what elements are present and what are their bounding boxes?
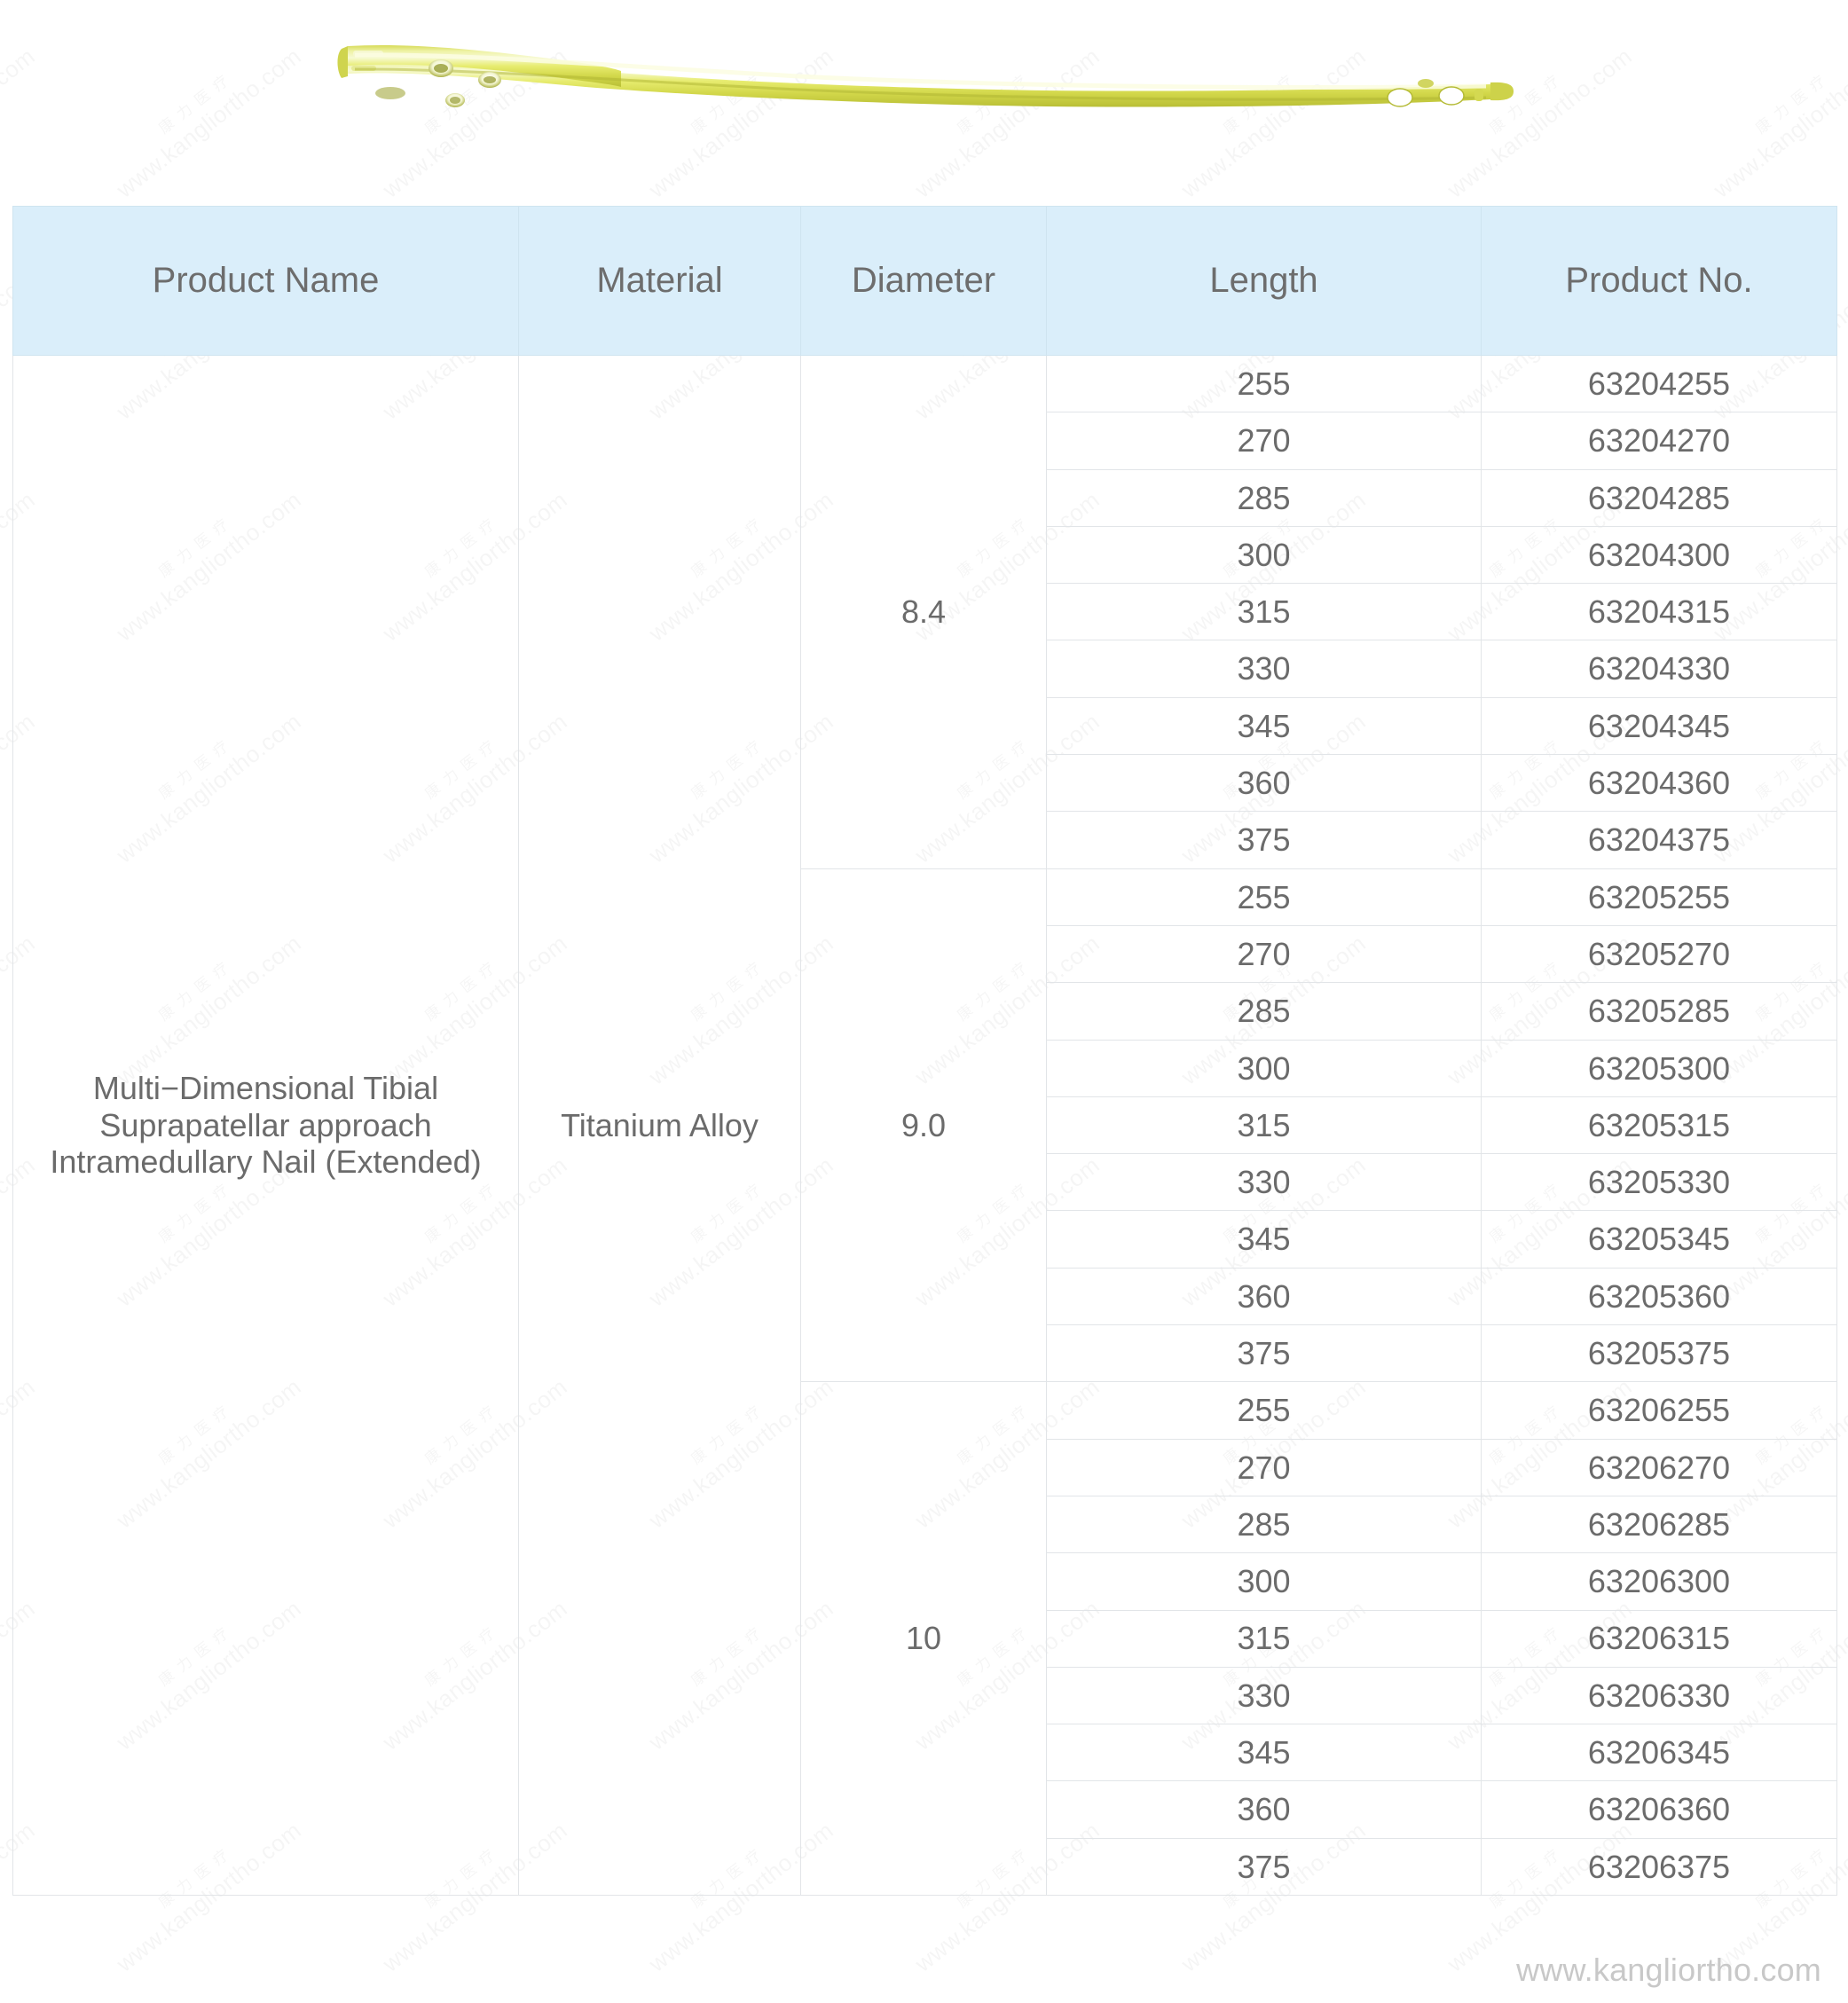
nail-hole-proximal-2-bore [484, 76, 496, 83]
cell-product-no: 63206375 [1481, 1837, 1837, 1897]
cell-length: 345 [1046, 696, 1482, 756]
nail-hole-distal-2 [1438, 86, 1465, 106]
cell-product-name: Multi−Dimensional Tibial Suprapatellar a… [12, 354, 519, 1897]
nail-hole-distal-1 [1387, 88, 1413, 107]
cell-length: 345 [1046, 1724, 1482, 1782]
cell-product-no: 63206315 [1481, 1609, 1837, 1668]
cell-length: 300 [1046, 1039, 1482, 1097]
nail-thread-proximal [375, 87, 405, 99]
column-header-product-no: Product No. [1481, 206, 1837, 356]
cell-product-no: 63204330 [1481, 640, 1837, 698]
nail-hole-proximal-1-bore [434, 64, 448, 73]
product-specification-table: Product Name Material Diameter Length Pr… [12, 206, 1837, 1897]
cell-product-no: 63206285 [1481, 1495, 1837, 1554]
cell-product-no: 63205300 [1481, 1039, 1837, 1097]
cell-length: 375 [1046, 1837, 1482, 1897]
table-row: Multi−Dimensional Tibial Suprapatellar a… [12, 354, 1837, 1897]
cell-product-no: 63204360 [1481, 754, 1837, 813]
cell-length: 285 [1046, 468, 1482, 527]
table-body: Multi−Dimensional Tibial Suprapatellar a… [12, 354, 1837, 1897]
column-header-diameter: Diameter [800, 206, 1047, 356]
cell-product-no: 63204300 [1481, 525, 1837, 585]
cell-length: 360 [1046, 1780, 1482, 1839]
cell-product-no: 63204345 [1481, 696, 1837, 756]
column-header-material: Material [518, 206, 801, 356]
cell-product-no: 63206255 [1481, 1381, 1837, 1440]
cell-length: 330 [1046, 1666, 1482, 1725]
nail-distal-notch [1474, 89, 1483, 101]
cell-product-no: 63204255 [1481, 354, 1837, 413]
cell-length: 375 [1046, 811, 1482, 869]
cell-diameter: 9.0 [800, 868, 1047, 1383]
cell-diameter: 8.4 [800, 355, 1047, 869]
cell-length: 300 [1046, 1552, 1482, 1611]
cell-product-no: 63204375 [1481, 811, 1837, 869]
cell-product-no: 63206345 [1481, 1724, 1837, 1782]
cell-product-no: 63204285 [1481, 468, 1837, 527]
cell-product-no: 63204315 [1481, 583, 1837, 641]
cell-length: 255 [1046, 868, 1482, 926]
cell-length: 360 [1046, 1267, 1482, 1326]
cell-length: 315 [1046, 583, 1482, 641]
cell-product-no: 63205375 [1481, 1324, 1837, 1383]
table-header-row: Product Name Material Diameter Length Pr… [12, 206, 1837, 356]
cell-product-no: 63206330 [1481, 1666, 1837, 1725]
cell-material: Titanium Alloy [518, 354, 801, 1897]
cell-product-no: 63205330 [1481, 1153, 1837, 1212]
footer-website-url: www.kangliortho.com [1516, 1952, 1821, 1988]
cell-length: 285 [1046, 1495, 1482, 1554]
cell-length: 345 [1046, 1210, 1482, 1269]
table-header: Product Name Material Diameter Length Pr… [12, 206, 1837, 356]
nail-hole-distal-3 [1418, 79, 1434, 88]
cell-product-no: 63205345 [1481, 1210, 1837, 1269]
cell-product-no: 63205315 [1481, 1096, 1837, 1155]
cell-length: 270 [1046, 1438, 1482, 1496]
nail-distal-tip [1490, 82, 1514, 101]
cell-product-no: 63206300 [1481, 1552, 1837, 1611]
cell-length: 330 [1046, 1153, 1482, 1212]
cell-product-no: 63205270 [1481, 924, 1837, 984]
cell-length: 255 [1046, 354, 1482, 413]
cell-product-no: 63205255 [1481, 868, 1837, 926]
column-header-length: Length [1046, 206, 1482, 356]
nail-hole-proximal-3-bore [450, 97, 460, 104]
cell-product-no: 63205285 [1481, 982, 1837, 1041]
cell-length: 270 [1046, 924, 1482, 984]
cell-length: 315 [1046, 1609, 1482, 1668]
column-header-product-name: Product Name [12, 206, 519, 356]
cell-product-no: 63205360 [1481, 1267, 1837, 1326]
cell-length: 300 [1046, 525, 1482, 585]
nail-proximal-tip [337, 46, 348, 78]
cell-product-no: 63206360 [1481, 1780, 1837, 1839]
cell-length: 315 [1046, 1096, 1482, 1155]
cell-diameter: 10 [800, 1381, 1047, 1897]
cell-length: 375 [1046, 1324, 1482, 1383]
cell-length: 255 [1046, 1381, 1482, 1440]
product-image [0, 0, 1848, 142]
cell-length: 285 [1046, 982, 1482, 1041]
cell-length: 330 [1046, 640, 1482, 698]
cell-length: 270 [1046, 412, 1482, 470]
cell-product-no: 63206270 [1481, 1438, 1837, 1496]
cell-product-no: 63204270 [1481, 412, 1837, 470]
cell-length: 360 [1046, 754, 1482, 813]
